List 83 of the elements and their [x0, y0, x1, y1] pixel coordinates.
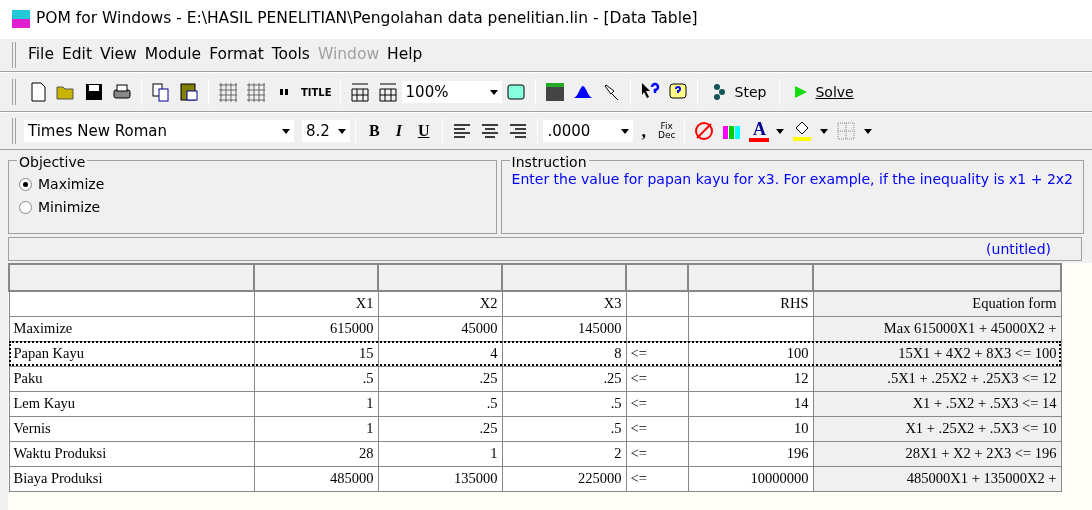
table-cell: .5	[502, 416, 626, 441]
menu-item[interactable]: Module	[140, 43, 206, 67]
table-cell: 28	[254, 441, 378, 466]
table-cell: Maximize	[9, 316, 254, 341]
table-cell: 100	[688, 341, 813, 366]
menu-item[interactable]: Format	[205, 43, 268, 67]
comma-button[interactable]: ,	[633, 117, 654, 145]
table-cell: Papan Kayu	[9, 341, 254, 366]
table-cell: Waktu Produksi	[9, 441, 254, 466]
table-cell: 10000000	[688, 466, 813, 491]
table-cell: 615000	[254, 316, 378, 341]
table-cell: 15X1 + 4X2 + 8X3 <= 100	[813, 341, 1061, 366]
table-cell: X1 + .25X2 + .5X3 <= 10	[813, 416, 1061, 441]
table-cell: 10	[688, 416, 813, 441]
radio-option[interactable]: Maximize	[19, 173, 486, 196]
underline-button[interactable]: U	[409, 119, 438, 143]
decimal-format-dropdown[interactable]: .0000	[543, 120, 634, 142]
table-cell: 14	[688, 391, 813, 416]
grid-icon[interactable]	[245, 81, 267, 103]
bold-button[interactable]: B	[361, 119, 388, 143]
app-logo-icon	[12, 10, 30, 28]
step-button[interactable]: Step	[702, 77, 775, 107]
table-cell: Biaya Produksi	[9, 466, 254, 491]
title-button[interactable]: TITLE	[298, 77, 335, 107]
menu-item[interactable]: Help	[383, 43, 427, 67]
column-header: X1	[254, 291, 378, 316]
solve-button[interactable]: Solve	[785, 77, 862, 107]
table-cell: Paku	[9, 366, 254, 391]
table-cell: .25	[378, 366, 502, 391]
grid-icon[interactable]	[217, 81, 239, 103]
table-caption: (untitled)	[986, 239, 1051, 259]
table-cell: X1 + .5X2 + .5X3 <= 14	[813, 391, 1061, 416]
table-cell: 145000	[502, 316, 626, 341]
table-cell: 2	[502, 441, 626, 466]
table-cell: .25	[378, 416, 502, 441]
font-color-button[interactable]: A	[746, 120, 773, 142]
table-cell: 1	[378, 441, 502, 466]
table-cell: 45000	[378, 316, 502, 341]
font-size-dropdown[interactable]: 8.2	[302, 120, 350, 142]
instruction-text: Enter the value for papan kayu for x3. For example, if the inequality is x1 + 2x2	[511, 170, 1073, 189]
font-dropdown[interactable]: Times New Roman	[24, 120, 294, 142]
table-cell: 135000	[378, 466, 502, 491]
menu-item[interactable]: Tools	[267, 43, 314, 67]
table-cell: 12	[688, 366, 813, 391]
column-header: X3	[502, 291, 626, 316]
table-cell: 196	[688, 441, 813, 466]
radio-option[interactable]: Minimize	[19, 196, 486, 219]
table-cell: .5	[378, 391, 502, 416]
table-cell: 485000X1 + 135000X2 +	[813, 466, 1061, 491]
paste-icon[interactable]	[178, 81, 200, 103]
table-cell: 1	[254, 391, 378, 416]
save-icon[interactable]	[83, 81, 105, 103]
menu-item[interactable]: File	[24, 43, 58, 67]
paint-bucket-icon[interactable]	[791, 120, 814, 142]
table-icon[interactable]	[348, 81, 371, 103]
table-cell: <=	[626, 341, 688, 366]
table-cell: 225000	[502, 466, 626, 491]
table-cell: 1	[254, 416, 378, 441]
table-cell: Max 615000X1 + 45000X2 +	[813, 316, 1061, 341]
table-cell: 4	[378, 341, 502, 366]
copy-icon[interactable]	[150, 81, 172, 103]
monitor-icon[interactable]	[504, 81, 527, 103]
table-cell: .5	[502, 391, 626, 416]
table-cell: Lem Kayu	[9, 391, 254, 416]
table-cell: .25	[502, 366, 626, 391]
table-cell: .5	[254, 366, 378, 391]
table-cell: 28X1 + X2 + 2X3 <= 196	[813, 441, 1061, 466]
menu-item[interactable]: View	[95, 43, 141, 67]
menu-item[interactable]: Edit	[57, 43, 96, 67]
table-icon[interactable]	[376, 81, 399, 103]
window-title: POM for Windows - E:\HASIL PENELITIAN\Pengolahan data penelitian.lin - [Data Table]	[36, 8, 698, 30]
table-cell: 15	[254, 341, 378, 366]
table-cell: 8	[502, 341, 626, 366]
column-header: X2	[378, 291, 502, 316]
table-cell: .5X1 + .25X2 + .25X3 <= 12	[813, 366, 1061, 391]
column-header: Equation form	[813, 291, 1061, 316]
italic-button[interactable]: I	[387, 119, 410, 143]
table-cell: 485000	[254, 466, 378, 491]
table-cell: Vernis	[9, 416, 254, 441]
zoom-dropdown[interactable]: 100%	[401, 81, 502, 103]
no-zero-icon[interactable]	[693, 120, 716, 142]
fix-decimal-button[interactable]: Fix Dec	[653, 122, 680, 140]
column-header: RHS	[688, 291, 813, 316]
